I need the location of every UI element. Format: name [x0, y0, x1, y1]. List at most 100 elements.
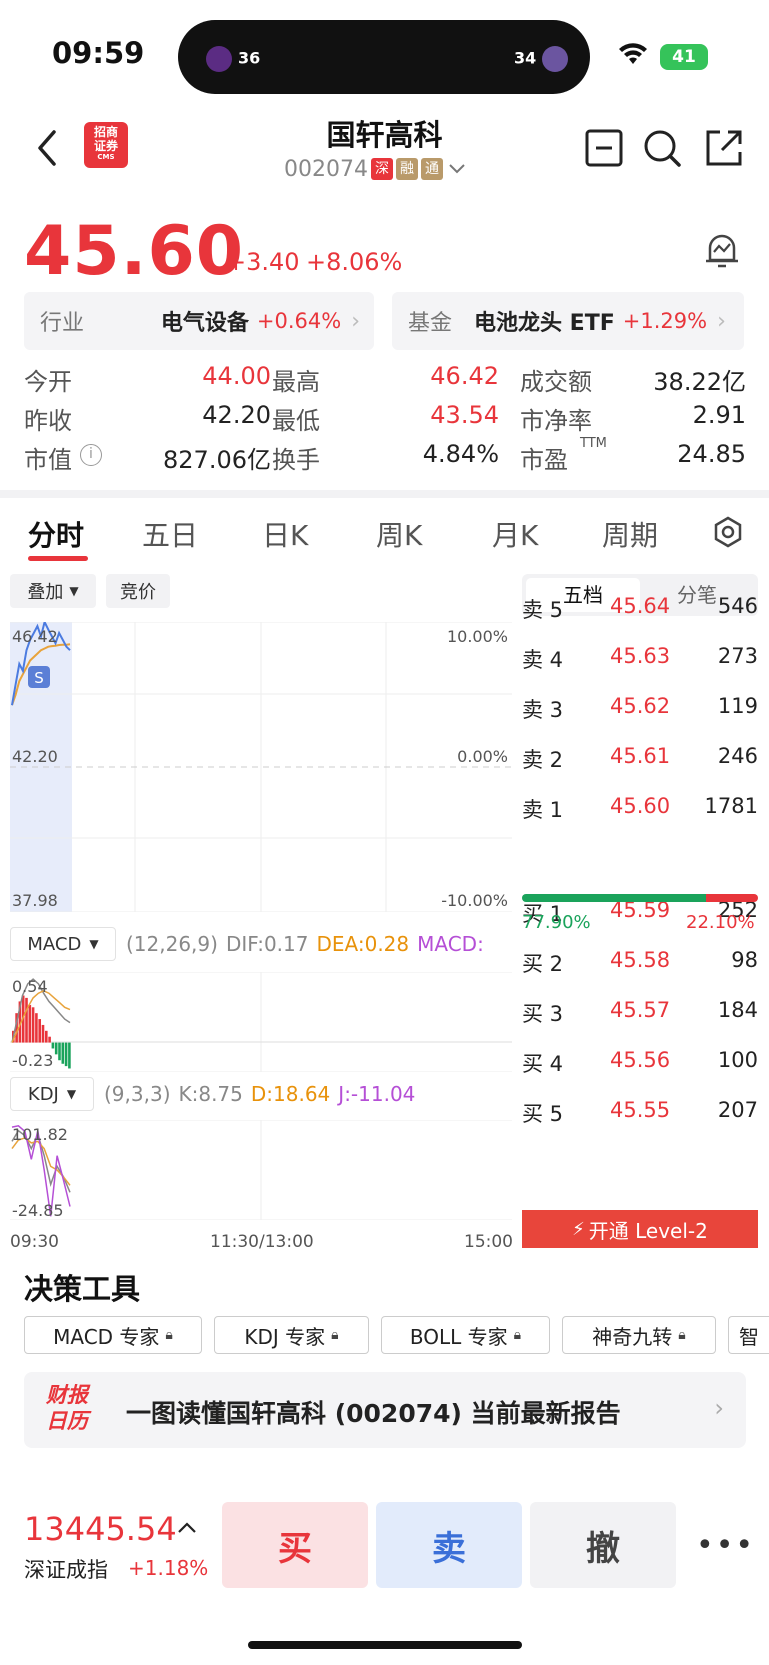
lightning-icon: ⚡ [572, 1218, 585, 1240]
stock-code: 002074 [284, 156, 368, 182]
ask-price: 45.63 [610, 644, 671, 668]
bid-row[interactable]: 买 4 45.56 100 [522, 1048, 758, 1088]
chevron-down-icon [449, 164, 465, 174]
bid-volume: 184 [717, 998, 758, 1022]
ask-volume: 246 [717, 744, 758, 768]
sell-button[interactable]: 卖 [376, 1502, 522, 1588]
stat-label: 换手 [272, 446, 320, 474]
stat-low: 43.54 [430, 401, 499, 429]
tab-weekly-k[interactable]: 周K [376, 514, 422, 554]
macd-dif: DIF:0.17 [225, 932, 309, 956]
ask-row[interactable]: 卖 4 45.63 273 [522, 644, 758, 684]
share-icon[interactable] [704, 128, 744, 168]
tool-boll-expert[interactable]: BOLL 专家 🔒︎ [381, 1316, 550, 1354]
tab-daily-k[interactable]: 日K [262, 514, 308, 554]
macd-bar [61, 1042, 65, 1064]
chart-settings-icon[interactable] [712, 516, 744, 548]
kdj-selector[interactable]: KDJ ▼ [10, 1077, 94, 1111]
tab-period[interactable]: 周期 [602, 514, 658, 554]
kdj-params: (9,3,3) [104, 1082, 171, 1106]
header-actions [584, 128, 754, 168]
financial-report-card[interactable]: 财报 日历 一图读懂国轩高科 (002074) 当前最新报告 › [24, 1372, 746, 1448]
tool-macd-expert[interactable]: MACD 专家 🔒︎ [24, 1316, 202, 1354]
bid-price: 45.57 [610, 998, 671, 1022]
score-left: 36 [238, 48, 261, 68]
x-label-close: 15:00 [464, 1232, 513, 1252]
stat-label: 最低 [272, 407, 320, 435]
macd-bar [51, 1042, 55, 1049]
stat-turnover-rate: 4.84% [422, 440, 499, 468]
tab-intraday[interactable]: 分时 [28, 514, 84, 554]
bid-price: 45.55 [610, 1098, 671, 1122]
macd-bar [41, 1024, 45, 1043]
index-value[interactable]: 13445.54 [24, 1510, 177, 1548]
tab-monthly-k[interactable]: 月K [492, 514, 538, 554]
stat-turnover-amount: 38.22亿 [653, 368, 746, 396]
macd-selector[interactable]: MACD ▼ [10, 927, 116, 961]
current-price: 45.60 [24, 212, 245, 291]
stats-row: 今开 44.00 最高 46.42 成交额 38.22亿 [24, 362, 746, 402]
ask-row[interactable]: 卖 1 45.60 1781 [522, 794, 758, 834]
tool-magic-nine[interactable]: 神奇九转 🔒︎ [562, 1316, 716, 1354]
active-tab-indicator [28, 556, 88, 561]
chevron-up-icon[interactable] [176, 1520, 198, 1536]
macd-chart[interactable]: 0.54 -0.23 [10, 972, 512, 1072]
industry-label: 行业 [40, 311, 85, 336]
dropdown-caret-icon: ▼ [69, 584, 79, 598]
chart-period-tabs: 分时 五日 日K 周K 月K 周期 [0, 508, 769, 564]
x-label-midday: 11:30/13:00 [210, 1232, 314, 1252]
lock-icon: 🔒︎ [513, 1327, 522, 1343]
industry-chip[interactable]: 行业 电气设备 +0.64% › [24, 292, 374, 350]
kdj-header: KDJ ▼ (9,3,3) K:8.75 D:18.64 J:-11.04 [10, 1076, 512, 1112]
stock-code-selector[interactable]: 002074 深 融 通 [284, 154, 467, 184]
industry-name: 电气设备 [160, 311, 249, 336]
intraday-price-chart[interactable]: S 46.42 42.20 37.98 10.00% 0.00% -10.00% [10, 622, 512, 912]
stat-label: 市净率 [520, 407, 592, 435]
bid-row[interactable]: 买 3 45.57 184 [522, 998, 758, 1038]
price-alert-bell-icon[interactable] [702, 228, 742, 272]
wifi-icon [619, 43, 647, 64]
live-score-right: 34 [514, 46, 574, 72]
macd-params: (12,26,9) [126, 932, 218, 956]
overlay-dropdown[interactable]: 叠加 ▼ [10, 574, 96, 608]
chevron-right-icon: › [714, 1394, 724, 1422]
macd-header: MACD ▼ (12,26,9) DIF:0.17 DEA:0.28 MACD: [10, 926, 512, 962]
tag-connect: 通 [420, 158, 443, 180]
ask-row[interactable]: 卖 5 45.64 546 [522, 594, 758, 634]
tools-section-title: 决策工具 [24, 1272, 141, 1306]
tool-kdj-expert[interactable]: KDJ 专家 🔒︎ [214, 1316, 369, 1354]
dropdown-caret-icon: ▼ [89, 937, 99, 951]
buy-button[interactable]: 买 [222, 1502, 368, 1588]
chevron-right-icon: › [717, 308, 726, 334]
fund-name: 电池龙头 ETF [474, 311, 615, 336]
bid-price: 45.58 [610, 948, 671, 972]
stat-label: 昨收 [24, 407, 72, 435]
lock-icon: 🔒︎ [331, 1327, 339, 1343]
macd-bar [45, 1030, 48, 1043]
tool-smart[interactable]: 智 [728, 1316, 769, 1354]
y-label-pct-high: 10.00% [447, 627, 508, 646]
ask-row[interactable]: 卖 2 45.61 246 [522, 744, 758, 784]
stats-row[interactable]: 市值 i 827.06亿 换手 4.84% 市盈 TTM 24.85 [24, 436, 746, 480]
kdj-chart[interactable]: 101.82 -24.85 [10, 1120, 512, 1220]
fund-chip[interactable]: 基金 电池龙头 ETF +1.29% › [392, 292, 744, 350]
price-change: +3.40 [226, 248, 300, 276]
search-icon[interactable] [642, 128, 682, 168]
kdj-min-label: -24.85 [12, 1201, 64, 1220]
kdj-j: J:-11.04 [338, 1082, 416, 1106]
info-icon[interactable]: i [80, 444, 102, 466]
more-options-button[interactable]: ••• [696, 1528, 755, 1563]
macd-bar [35, 1013, 38, 1043]
bid-row[interactable]: 买 5 45.55 207 [522, 1098, 758, 1138]
cancel-order-button[interactable]: 撤 [530, 1502, 676, 1588]
ask-level-label: 卖 1 [522, 798, 564, 822]
remove-watchlist-icon[interactable] [584, 128, 624, 168]
bid-row[interactable]: 买 2 45.58 98 [522, 948, 758, 988]
ask-row[interactable]: 卖 3 45.62 119 [522, 694, 758, 734]
auction-button[interactable]: 竞价 [106, 574, 170, 608]
level2-upgrade-button[interactable]: ⚡ 开通 Level-2 [522, 1210, 758, 1248]
home-indicator[interactable] [248, 1641, 522, 1649]
bid-price: 45.56 [610, 1048, 671, 1072]
ask-level-label: 卖 2 [522, 748, 564, 772]
tab-five-day[interactable]: 五日 [142, 514, 198, 554]
